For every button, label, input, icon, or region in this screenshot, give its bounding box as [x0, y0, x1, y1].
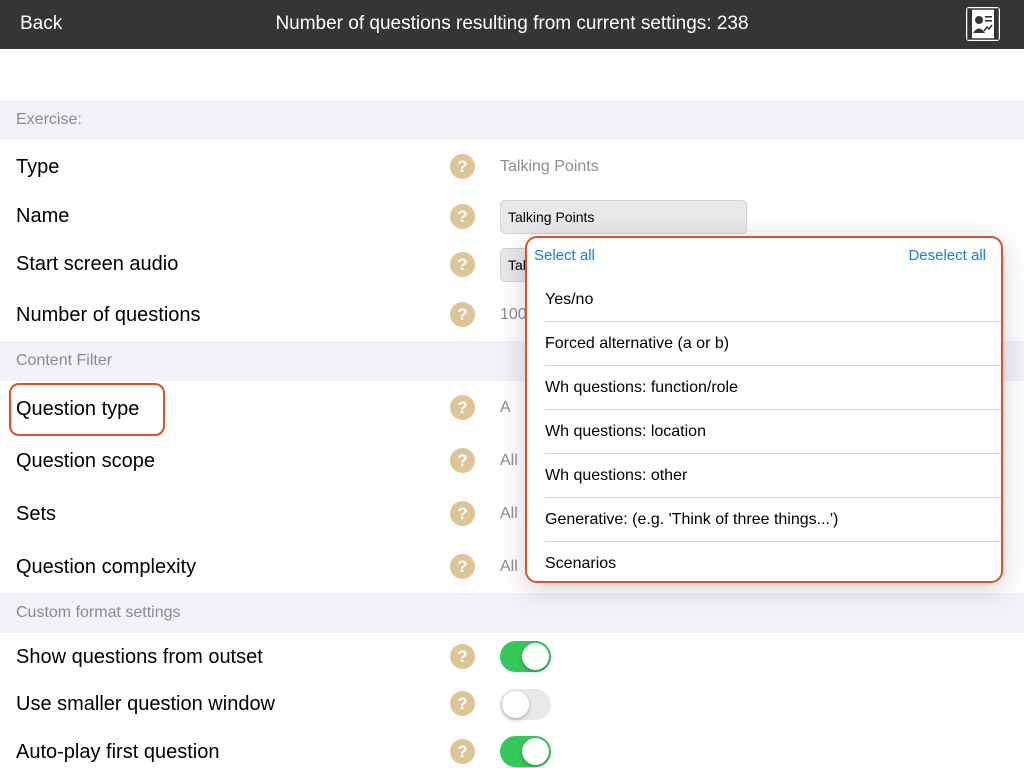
page-title: Number of questions resulting from curre…: [275, 13, 749, 34]
section-title: Exercise:: [16, 111, 82, 128]
select-all-button[interactable]: Select all: [534, 247, 595, 264]
toggle-knob: [522, 643, 549, 670]
name-label: Name: [16, 205, 70, 227]
type-label: Type: [16, 156, 60, 178]
help-icon[interactable]: ?: [450, 501, 475, 526]
smaller-window-toggle[interactable]: [500, 689, 551, 720]
toggle-knob: [502, 691, 529, 718]
option-label: Wh questions: other: [545, 467, 688, 484]
help-icon[interactable]: ?: [450, 448, 475, 473]
help-icon[interactable]: ?: [450, 252, 475, 277]
number-of-questions-label: Number of questions: [16, 304, 201, 326]
question-type-popover: Select all Deselect all Yes/no Forced alt…: [525, 236, 1003, 583]
help-icon[interactable]: ?: [450, 691, 475, 716]
help-icon[interactable]: ?: [450, 302, 475, 327]
profile-card-icon[interactable]: [966, 7, 1000, 41]
option-label: Forced alternative (a or b): [545, 335, 730, 352]
option-label: Wh questions: function/role: [545, 379, 738, 396]
question-scope-value[interactable]: All: [500, 452, 518, 470]
help-icon[interactable]: ?: [450, 739, 475, 764]
option-label: Wh questions: location: [545, 423, 706, 440]
autoplay-toggle[interactable]: [500, 736, 551, 767]
number-of-questions-value[interactable]: 100: [500, 306, 527, 324]
name-field[interactable]: Talking Points: [500, 200, 747, 234]
option-label: Yes/no: [545, 291, 594, 308]
section-header-exercise: Exercise:: [0, 100, 1024, 140]
back-button[interactable]: Back: [20, 13, 62, 35]
question-type-option[interactable]: Scenarios: [527, 542, 1001, 581]
sets-label: Sets: [16, 503, 57, 525]
show-questions-toggle[interactable]: [500, 641, 551, 672]
option-label: Generative: (e.g. 'Think of three things…: [545, 511, 839, 528]
start-screen-audio-label: Start screen audio: [16, 253, 179, 275]
question-type-options: Yes/no Forced alternative (a or b) Wh ques…: [527, 278, 1001, 581]
deselect-all-button[interactable]: Deselect all: [908, 247, 986, 264]
question-scope-label: Question scope: [16, 450, 155, 472]
help-icon[interactable]: ?: [450, 395, 475, 420]
smaller-window-label: Use smaller question window: [16, 693, 276, 715]
type-value: Talking Points: [500, 158, 599, 175]
top-bar: Back Number of questions resulting from …: [0, 0, 1024, 49]
section-header-custom-format: Custom format settings: [0, 593, 1024, 633]
help-icon[interactable]: ?: [450, 154, 475, 179]
option-label: Scenarios: [545, 555, 617, 572]
question-type-option[interactable]: Wh questions: location: [527, 410, 1001, 454]
help-icon[interactable]: ?: [450, 204, 475, 229]
show-questions-label: Show questions from outset: [16, 646, 263, 668]
toggle-knob: [522, 738, 549, 765]
sets-value[interactable]: All: [500, 505, 518, 523]
question-type-option[interactable]: Yes/no: [527, 278, 1001, 322]
autoplay-label: Auto-play first question: [16, 741, 220, 763]
help-icon[interactable]: ?: [450, 644, 475, 669]
question-type-option[interactable]: Forced alternative (a or b): [527, 322, 1001, 366]
question-type-option[interactable]: Generative: (e.g. 'Think of three things…: [527, 498, 1001, 542]
question-type-label[interactable]: Question type: [16, 398, 139, 421]
question-type-option[interactable]: Wh questions: function/role: [527, 366, 1001, 410]
help-icon[interactable]: ?: [450, 554, 475, 579]
section-title: Custom format settings: [16, 604, 181, 621]
question-type-value[interactable]: A: [500, 399, 511, 417]
question-complexity-label: Question complexity: [16, 556, 197, 578]
question-type-option[interactable]: Wh questions: other: [527, 454, 1001, 498]
question-complexity-value[interactable]: All: [500, 558, 518, 576]
section-title: Content Filter: [16, 352, 113, 369]
